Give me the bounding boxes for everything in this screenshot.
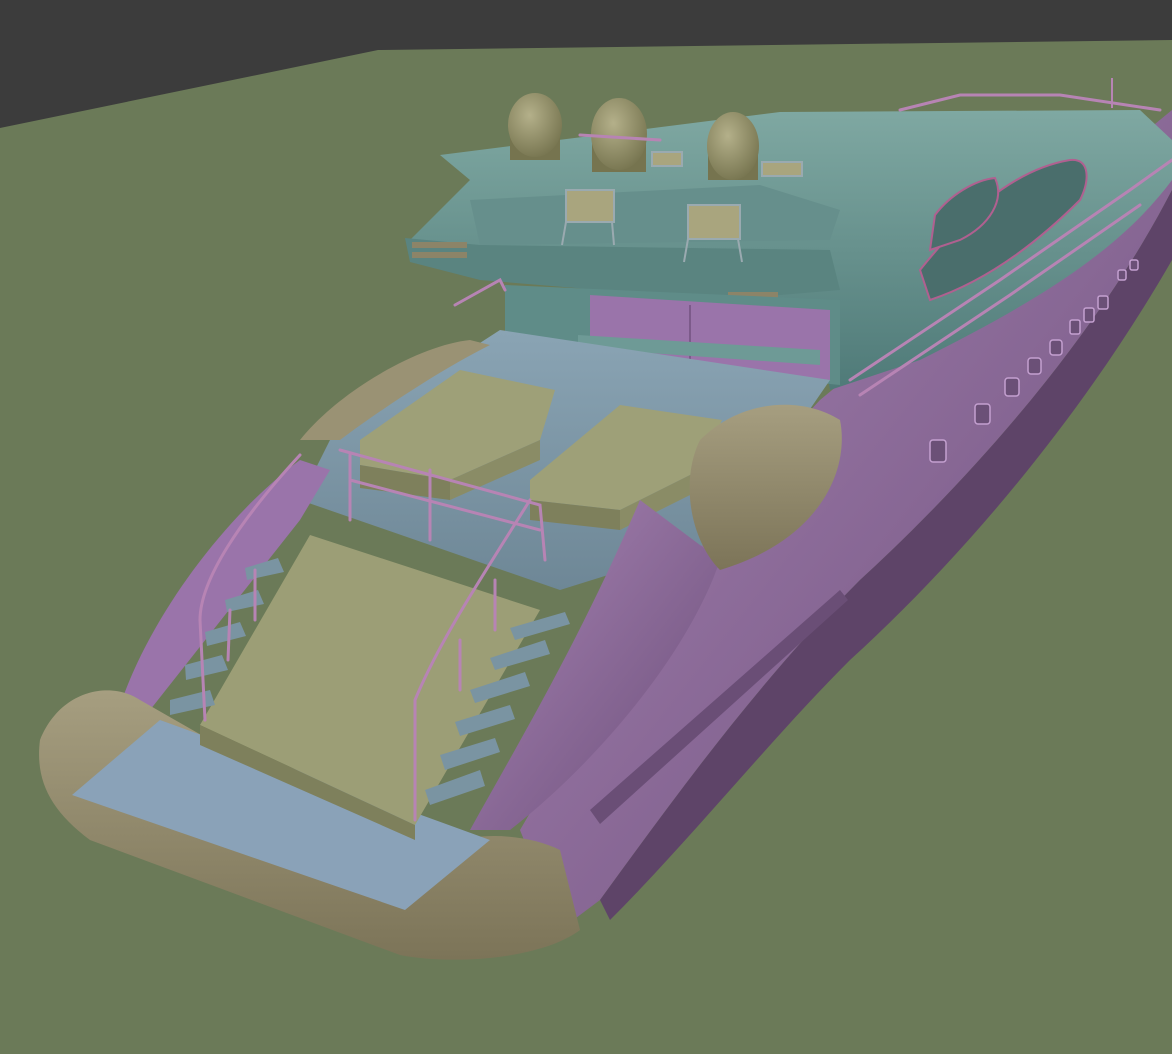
- radar-dome-center: [591, 98, 647, 170]
- radar-dome-right: [707, 112, 759, 180]
- yacht-render: [0, 0, 1172, 1054]
- render-viewport: [0, 0, 1172, 1054]
- radar-dome-left: [508, 93, 562, 157]
